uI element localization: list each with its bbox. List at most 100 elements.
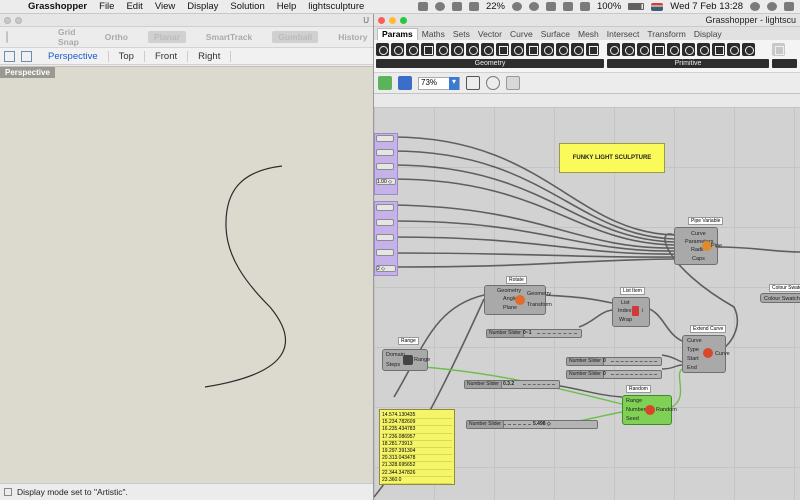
tab-sets[interactable]: Sets — [449, 29, 474, 40]
open-file-icon[interactable] — [378, 76, 392, 90]
slider-1-track[interactable] — [537, 333, 577, 334]
param-8[interactable] — [376, 249, 394, 256]
extend-curve-component[interactable]: Curve Type Start End Curve — [682, 335, 730, 373]
circle-param-icon[interactable] — [406, 43, 419, 56]
extend-input-end[interactable]: End — [687, 365, 697, 371]
brep-param-icon[interactable] — [511, 43, 524, 56]
rotate-input-geometry[interactable]: Geometry — [497, 288, 521, 294]
param-6[interactable] — [376, 219, 394, 226]
vector-param-icon[interactable] — [391, 43, 404, 56]
slider-3-track[interactable] — [611, 374, 657, 375]
tray-icon[interactable] — [451, 2, 462, 11]
time-param-icon[interactable] — [727, 43, 740, 56]
random-output[interactable]: Random — [656, 407, 677, 413]
list-input-wrap[interactable]: Wrap — [619, 317, 632, 323]
tab-display[interactable]: Display — [690, 29, 726, 40]
group-param-icon[interactable] — [556, 43, 569, 56]
viewport-label[interactable]: Perspective — [0, 67, 55, 78]
range-component[interactable]: Domain Steps Range — [382, 349, 430, 371]
planar-button[interactable]: Planar — [147, 31, 186, 43]
line-param-icon[interactable] — [451, 43, 464, 56]
volume-icon[interactable] — [468, 2, 479, 11]
volume-speaker-icon[interactable] — [579, 2, 590, 11]
pipe-input-curve[interactable]: Curve — [691, 231, 706, 237]
paint-brush-icon[interactable] — [506, 76, 520, 90]
range-output[interactable]: Range — [414, 357, 430, 363]
colour-param-icon[interactable] — [667, 43, 680, 56]
guid-param-icon[interactable] — [742, 43, 755, 56]
notification-center-icon[interactable] — [784, 2, 794, 11]
spotlight-icon[interactable] — [750, 2, 760, 11]
param-9[interactable]: 2 ◇ — [376, 265, 396, 272]
history-button[interactable]: History — [332, 31, 373, 43]
param-4[interactable]: 1.00 ◇ — [376, 178, 396, 185]
extend-input-start[interactable]: Start — [687, 356, 699, 362]
zoom-select[interactable]: 73% — [418, 76, 460, 90]
battery-icon[interactable] — [628, 3, 645, 10]
gh-canvas[interactable]: 1.00 ◇ 2 ◇ FUNKY LIGHT SCULPTURE Pipe Va… — [374, 107, 800, 500]
minimize-button[interactable] — [389, 16, 396, 24]
number-slider-5[interactable]: Number Slider 5.498 ◇ — [466, 420, 598, 429]
boolean-param-icon[interactable] — [607, 43, 620, 56]
number-param-icon[interactable] — [637, 43, 650, 56]
param-3[interactable] — [376, 163, 394, 170]
number-slider-1[interactable]: Number Slider 0~1 — [486, 329, 582, 338]
rotate-component[interactable]: Geometry Angle Plane Geometry Transform — [484, 285, 552, 315]
ortho-button[interactable]: Ortho — [99, 31, 134, 43]
number-slider-3[interactable]: Number Slider 0 — [566, 370, 662, 379]
more-components-icon[interactable] — [772, 43, 785, 56]
close-button[interactable] — [378, 16, 385, 24]
integer-param-icon[interactable] — [622, 43, 635, 56]
zoom-button[interactable] — [400, 16, 407, 24]
slider-4-track[interactable] — [523, 384, 555, 385]
plane-param-icon[interactable] — [481, 43, 494, 56]
geometry-param-icon[interactable] — [571, 43, 584, 56]
range-input-steps[interactable]: Steps — [386, 362, 400, 368]
rotate-input-plane[interactable]: Plane — [503, 305, 517, 311]
text-param-icon[interactable] — [652, 43, 665, 56]
values-panel[interactable]: 14.574.130435 15.234.782609 16.235.43478… — [379, 409, 455, 485]
number-slider-4[interactable]: Number Slider 0.3.2 — [464, 380, 560, 389]
tab-mesh[interactable]: Mesh — [574, 29, 603, 40]
slider-5-track[interactable] — [503, 424, 531, 425]
tab-intersect[interactable]: Intersect — [603, 29, 644, 40]
extend-output[interactable]: Curve — [715, 351, 730, 357]
domain-param-icon[interactable] — [682, 43, 695, 56]
extend-input-type[interactable]: Type — [687, 347, 699, 353]
tab-curve[interactable]: Curve — [506, 29, 537, 40]
ribbon-label-more[interactable] — [772, 59, 797, 68]
title-panel[interactable]: FUNKY LIGHT SCULPTURE — [559, 143, 665, 173]
rotate-output-transform[interactable]: Transform — [527, 302, 552, 308]
siri-icon[interactable] — [767, 2, 777, 11]
mesh-face-param-icon[interactable] — [586, 43, 599, 56]
menu-display[interactable]: Display — [187, 1, 218, 12]
minimize-button[interactable] — [15, 16, 22, 24]
list-input-list[interactable]: List — [621, 300, 630, 306]
input-source-flag-icon[interactable] — [651, 2, 664, 11]
close-button[interactable] — [4, 16, 11, 24]
random-input-seed[interactable]: Seed — [626, 416, 639, 422]
list-item-component[interactable]: List Index Wrap i — [612, 297, 650, 327]
single-view-icon[interactable] — [21, 50, 32, 62]
extend-input-curve[interactable]: Curve — [687, 338, 702, 344]
tab-maths[interactable]: Maths — [418, 29, 449, 40]
path-param-icon[interactable] — [712, 43, 725, 56]
ribbon-label-geometry[interactable]: Geometry — [376, 59, 604, 68]
bluetooth-icon[interactable] — [528, 2, 539, 11]
zoom-extents-icon[interactable] — [466, 76, 480, 90]
param-2[interactable] — [376, 149, 394, 156]
four-view-icon[interactable] — [4, 50, 15, 62]
slider-2-track[interactable] — [611, 361, 657, 362]
app-menu[interactable]: Grasshopper — [28, 1, 87, 12]
param-1[interactable] — [376, 135, 394, 142]
grid-snap-button[interactable]: Grid Snap — [52, 26, 85, 48]
box-param-icon[interactable] — [421, 43, 434, 56]
list-output[interactable]: i — [642, 308, 643, 314]
pipe-output[interactable]: Pipe — [711, 243, 722, 249]
menu-solution[interactable]: Solution — [230, 1, 264, 12]
tab-right[interactable]: Right — [188, 50, 232, 62]
wifi-icon[interactable] — [562, 2, 573, 11]
matrix-param-icon[interactable] — [697, 43, 710, 56]
network-icon[interactable] — [511, 2, 522, 11]
param-5[interactable] — [376, 204, 394, 211]
